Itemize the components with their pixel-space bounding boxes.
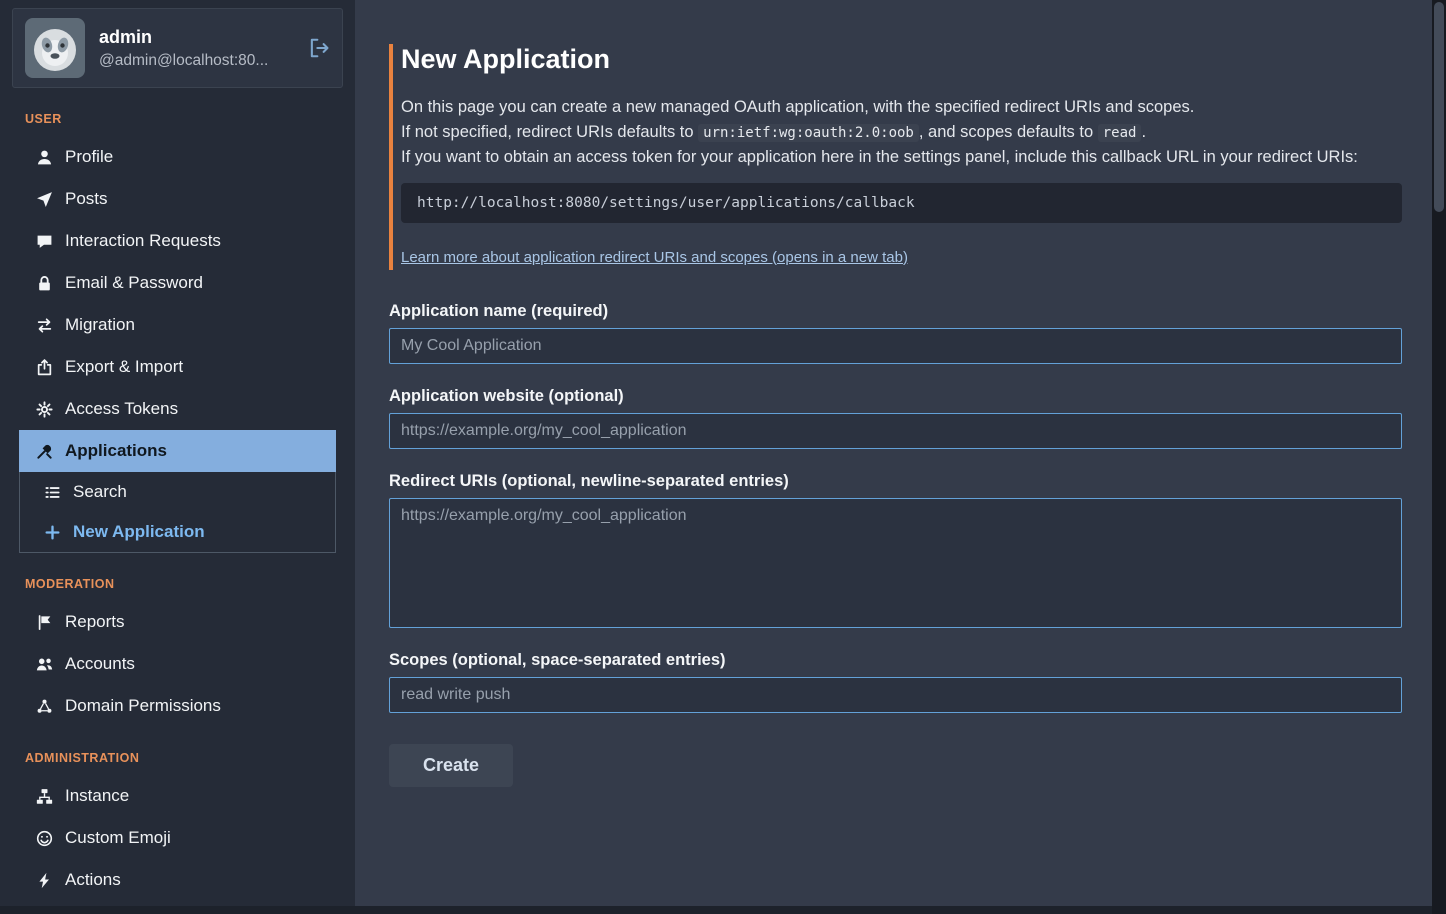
main-panel: New Application On this page you can cre… [355,0,1432,906]
intro-line-3: If you want to obtain an access token fo… [401,145,1402,170]
paper-plane-icon [34,191,54,208]
sidebar-item-actions[interactable]: Actions [19,859,336,901]
scopes-input[interactable] [389,677,1402,713]
sidebar-item-label: Email & Password [65,273,203,293]
default-scope-code: read [1098,124,1142,142]
intro-line-1: On this page you can create a new manage… [401,95,1402,120]
sidebar-item-label: Export & Import [65,357,183,377]
sidebar-item-label: Posts [65,189,108,209]
export-icon [34,359,54,376]
redirect-uris-field: Redirect URIs (optional, newline-separat… [389,472,1402,628]
user-card[interactable]: admin @admin@localhost:80... [12,8,343,88]
sidebar-item-email-password[interactable]: Email & Password [19,262,336,304]
create-button[interactable]: Create [389,744,513,787]
sidebar-item-reports[interactable]: Reports [19,601,336,643]
sidebar: admin @admin@localhost:80... USER Profil… [0,0,355,906]
page-title: New Application [401,44,1402,75]
sidebar-item-label: Applications [65,441,167,461]
sidebar-item-label: Access Tokens [65,399,178,419]
transfer-arrows-icon [34,317,54,334]
sidebar-item-export-import[interactable]: Export & Import [19,346,336,388]
default-redirect-uri-code: urn:ietf:wg:oauth:2.0:oob [698,124,919,142]
sidebar-item-migration[interactable]: Migration [19,304,336,346]
sidebar-item-label: Accounts [65,654,135,674]
application-website-field: Application website (optional) [389,387,1402,449]
circle-nodes-icon [34,698,54,715]
sidebar-item-new-application[interactable]: New Application [20,512,335,552]
scopes-field: Scopes (optional, space-separated entrie… [389,651,1402,713]
sidebar-item-label: New Application [73,522,205,542]
sidebar-item-label: Actions [65,870,121,890]
sidebar-item-label: Search [73,482,127,502]
list-icon [42,484,62,501]
sidebar-item-access-tokens[interactable]: Access Tokens [19,388,336,430]
sidebar-item-label: Instance [65,786,129,806]
callback-url-codeblock: http://localhost:8080/settings/user/appl… [401,183,1402,223]
sidebar-item-applications-search[interactable]: Search [20,472,335,512]
sidebar-item-label: Domain Permissions [65,696,221,716]
smiley-icon [34,830,54,847]
sitemap-icon [34,788,54,805]
application-name-input[interactable] [389,328,1402,364]
redirect-uris-label: Redirect URIs (optional, newline-separat… [389,472,1402,491]
tools-icon [34,443,54,460]
sidebar-item-domain-permissions[interactable]: Domain Permissions [19,685,336,727]
users-icon [34,656,54,673]
sidebar-nav-moderation: Reports Accounts Domain Permissions [19,601,336,727]
scrollbar-thumb[interactable] [1434,2,1444,212]
comment-icon [34,233,54,250]
lock-icon [34,275,54,292]
sidebar-item-accounts[interactable]: Accounts [19,643,336,685]
application-website-input[interactable] [389,413,1402,449]
redirect-uris-textarea[interactable] [389,498,1402,628]
sidebar-item-interaction-requests[interactable]: Interaction Requests [19,220,336,262]
sidebar-item-label: Migration [65,315,135,335]
sidebar-item-label: Reports [65,612,125,632]
sidebar-item-label: Custom Emoji [65,828,171,848]
page-scrollbar[interactable] [1432,0,1446,914]
new-application-form: Application name (required) Application … [389,302,1402,787]
sidebar-item-instance[interactable]: Instance [19,775,336,817]
avatar [25,18,85,78]
sidebar-item-label: Interaction Requests [65,231,221,251]
plus-icon [42,524,62,541]
application-name-field: Application name (required) [389,302,1402,364]
intro-line-2: If not specified, redirect URIs defaults… [401,120,1402,146]
sidebar-item-custom-emoji[interactable]: Custom Emoji [19,817,336,859]
logout-icon[interactable] [308,37,330,59]
sidebar-item-profile[interactable]: Profile [19,136,336,178]
sidebar-nav-user: Profile Posts Interaction Requests Email… [19,136,336,553]
sidebar-item-posts[interactable]: Posts [19,178,336,220]
intro-block: New Application On this page you can cre… [389,44,1402,270]
user-handle: @admin@localhost:80... [99,52,289,70]
sidebar-item-label: Profile [65,147,113,167]
sidebar-nav-administration: Instance Custom Emoji Actions [19,775,336,901]
application-name-label: Application name (required) [389,302,1402,321]
scopes-label: Scopes (optional, space-separated entrie… [389,651,1402,670]
gear-icon [34,401,54,418]
sidebar-section-user: USER [25,112,330,126]
user-icon [34,149,54,166]
user-meta: admin @admin@localhost:80... [99,27,294,70]
flag-icon [34,614,54,631]
sidebar-section-moderation: MODERATION [25,577,330,591]
user-name: admin [99,27,294,48]
applications-submenu: Search New Application [19,472,336,553]
sidebar-section-administration: ADMINISTRATION [25,751,330,765]
bolt-icon [34,872,54,889]
application-website-label: Application website (optional) [389,387,1402,406]
settings-app: admin @admin@localhost:80... USER Profil… [0,0,1432,906]
sidebar-item-applications[interactable]: Applications [19,430,336,472]
docs-link[interactable]: Learn more about application redirect UR… [401,249,908,266]
